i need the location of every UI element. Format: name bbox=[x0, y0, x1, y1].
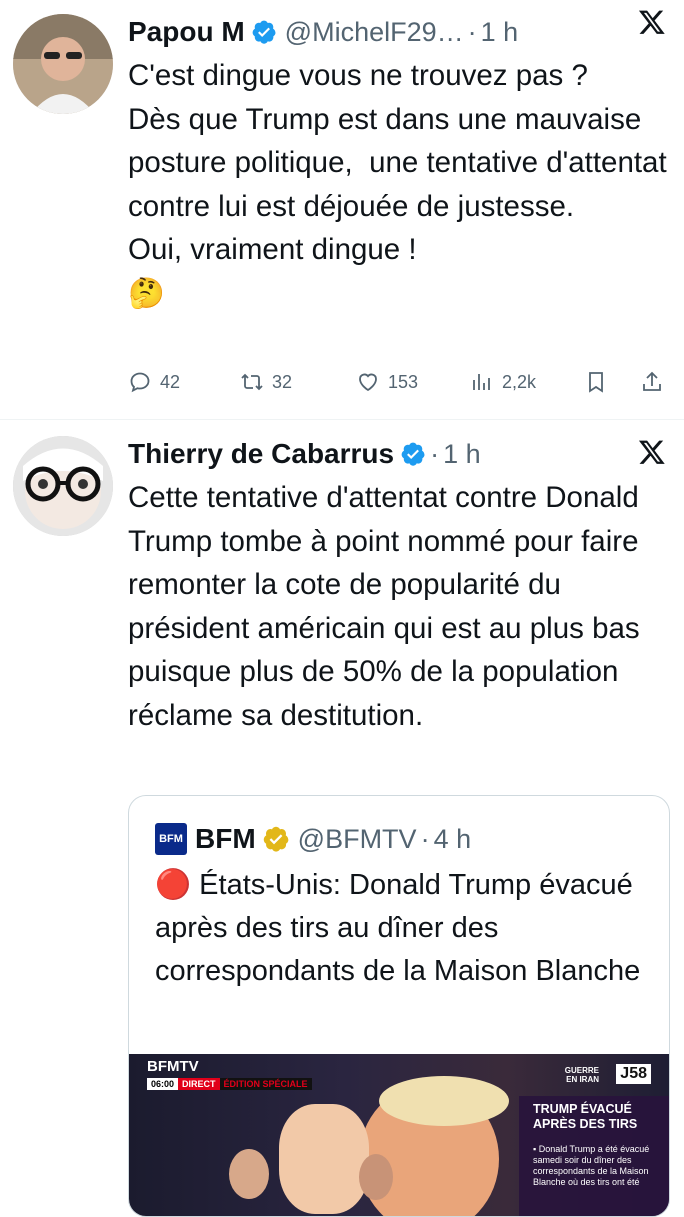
retweet-icon bbox=[241, 373, 263, 391]
verified-badge-icon bbox=[401, 442, 425, 466]
banner-line-2: EN IRAN bbox=[566, 1075, 599, 1084]
x-logo-icon bbox=[638, 440, 665, 464]
verified-gold-badge-icon bbox=[263, 826, 289, 852]
share-icon bbox=[643, 371, 661, 391]
like-button[interactable]: 153 bbox=[356, 364, 418, 400]
separator-dot: · bbox=[420, 823, 430, 854]
separator-dot: · bbox=[430, 438, 440, 469]
panel-headline: TRUMP ÉVACUÉ APRÈS DES TIRS bbox=[533, 1102, 638, 1131]
views-button[interactable]: 2,2k bbox=[470, 364, 536, 400]
direct-label: DIRECT bbox=[178, 1078, 220, 1090]
banner-line-1: GUERRE bbox=[564, 1066, 599, 1075]
tweet-actions: 42 32 153 2,2k bbox=[128, 364, 668, 400]
reply-icon bbox=[130, 372, 150, 393]
hair bbox=[379, 1076, 509, 1126]
bfm-avatar[interactable]: BFM bbox=[155, 823, 187, 855]
tweet-text: Cette tentative d'attentat contre Donald… bbox=[128, 481, 648, 732]
views-chart-icon bbox=[473, 374, 490, 390]
bookmark-button[interactable] bbox=[584, 364, 616, 400]
panel-bullet: ▪ Donald Trump a été évacué samedi soir … bbox=[533, 1144, 650, 1187]
tweet-papou[interactable]: Papou M @MichelF29… · 1 h C'est dingue v… bbox=[0, 0, 684, 418]
share-button[interactable] bbox=[640, 364, 672, 400]
verified-badge-icon bbox=[252, 20, 276, 44]
channel-logo: BFMTV bbox=[147, 1058, 199, 1075]
tweet-time[interactable]: 1 h bbox=[443, 439, 481, 470]
tweet-text: C'est dingue vous ne trouvez pas ? Dès q… bbox=[128, 59, 667, 310]
bookmark-icon bbox=[589, 372, 603, 393]
quoted-tweet[interactable]: BFM BFM @BFMTV · 4 h 🔴 États-Unis: Donal… bbox=[128, 795, 670, 1217]
views-count: 2,2k bbox=[502, 371, 537, 392]
presenter-left bbox=[229, 1149, 269, 1199]
quote-time: 4 h bbox=[433, 823, 472, 854]
tweet-time[interactable]: 1 h bbox=[481, 17, 519, 48]
quote-text: 🔴 États-Unis: Donald Trump évacué après … bbox=[155, 869, 641, 987]
like-count: 153 bbox=[388, 371, 419, 392]
news-panel: TRUMP ÉVACUÉ APRÈS DES TIRS ▪ Donald Tru… bbox=[519, 1096, 669, 1216]
time-bar: 06:00 DIRECT ÉDITION SPÉCIALE bbox=[147, 1078, 312, 1090]
hand bbox=[279, 1104, 369, 1214]
clock: 06:00 bbox=[147, 1078, 179, 1090]
x-logo-icon bbox=[638, 10, 665, 34]
retweet-button[interactable]: 32 bbox=[240, 364, 292, 400]
tv-screenshot-image[interactable]: BFMTV 06:00 DIRECT ÉDITION SPÉCIALE GUER… bbox=[129, 1054, 669, 1216]
presenter-right bbox=[359, 1154, 393, 1200]
edition-label: ÉDITION SPÉCIALE bbox=[219, 1078, 312, 1090]
retweet-count: 32 bbox=[272, 371, 293, 392]
author-name[interactable]: Papou M bbox=[128, 16, 245, 48]
author-handle[interactable]: @MichelF29… bbox=[285, 17, 464, 48]
separator-dot: · bbox=[467, 16, 477, 47]
quote-author-name: BFM bbox=[195, 823, 256, 854]
day-badge: J58 bbox=[616, 1064, 651, 1084]
heart-icon bbox=[359, 373, 377, 392]
author-name[interactable]: Thierry de Cabarrus bbox=[128, 438, 394, 470]
quote-author-handle: @BFMTV bbox=[297, 823, 417, 854]
banner-label: GUERRE EN IRAN bbox=[565, 1066, 599, 1084]
avatar[interactable] bbox=[13, 14, 113, 114]
avatar[interactable] bbox=[13, 436, 113, 536]
reply-count: 42 bbox=[160, 371, 181, 392]
reply-button[interactable]: 42 bbox=[128, 364, 180, 400]
